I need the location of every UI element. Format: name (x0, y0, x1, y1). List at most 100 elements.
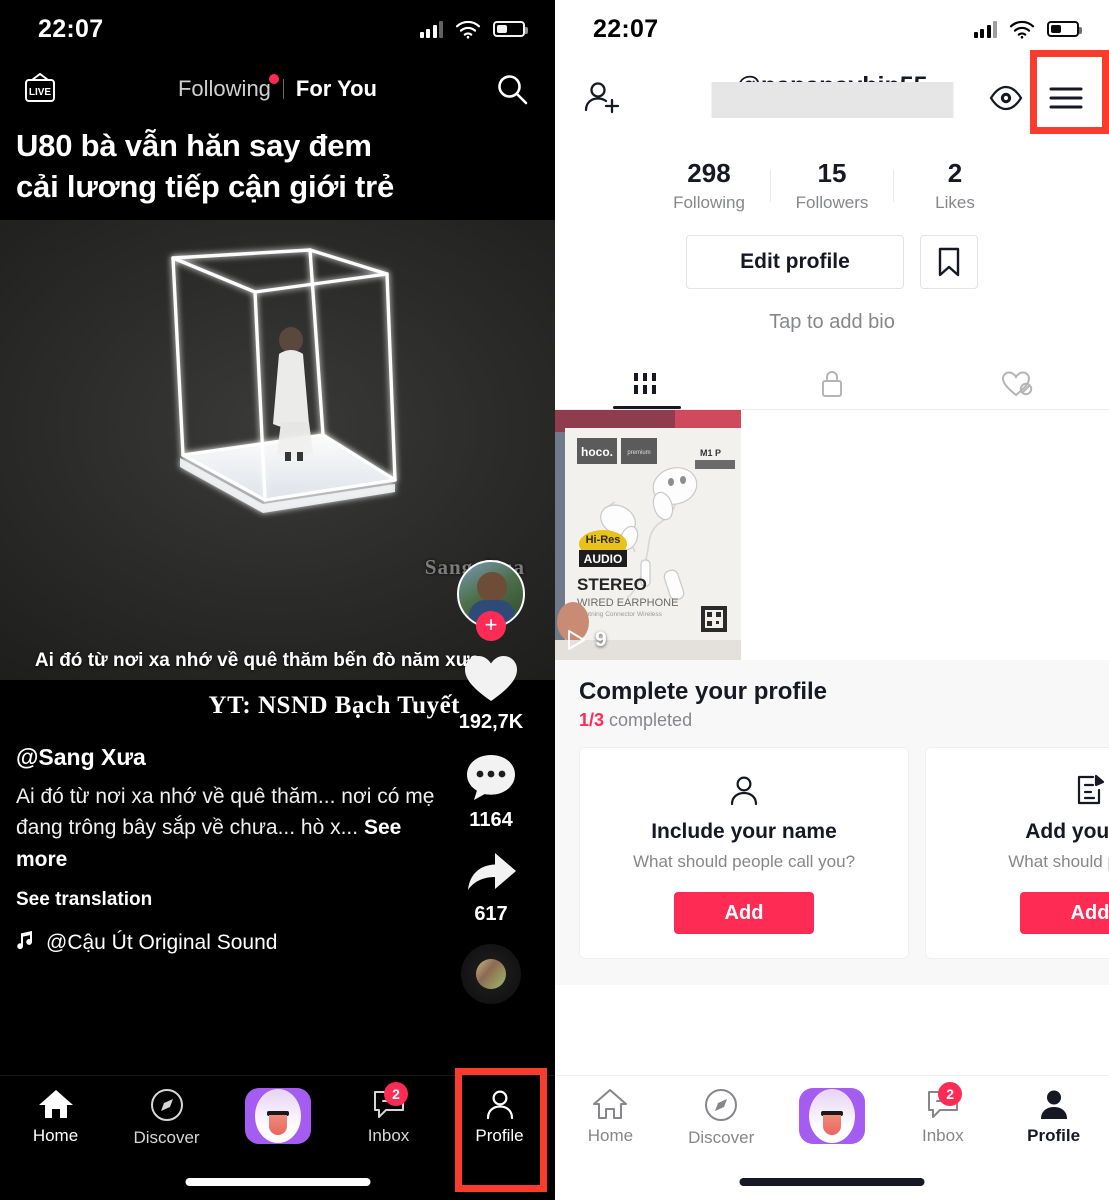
cellular-bars-icon (419, 20, 443, 38)
home-indicator (185, 1178, 370, 1186)
add-person-icon[interactable] (583, 78, 623, 123)
like-count: 192,7K (458, 711, 524, 733)
compass-icon (150, 1089, 183, 1121)
status-icons (973, 20, 1082, 39)
see-translation-link[interactable]: See translation (16, 889, 455, 911)
tab-discover-label: Discover (133, 1128, 200, 1147)
tab-liked[interactable] (924, 362, 1109, 409)
svg-text:STEREO: STEREO (577, 575, 647, 594)
profile-username-wrap: @nananayhin55 (710, 72, 953, 118)
video-thumbnail[interactable]: hoco. premium M1 P Hi-Res AUDIO STEREO W… (555, 410, 741, 660)
stat-likes-label: Likes (935, 193, 975, 212)
edit-note-icon (942, 770, 1109, 810)
svg-text:Hi-Res: Hi-Res (586, 534, 621, 546)
stat-following[interactable]: 298 Following (648, 158, 770, 213)
progress-suffix: completed (604, 710, 693, 730)
create-icon[interactable] (798, 1088, 865, 1144)
tab-inbox[interactable]: 2 Inbox (333, 1082, 444, 1146)
share-button[interactable]: 617 (439, 850, 543, 926)
comment-button[interactable]: 1164 (439, 752, 543, 832)
video-title-line-1: U80 bà vẫn hăn say đem (16, 128, 372, 163)
inbox-badge: 2 (384, 1082, 408, 1106)
complete-profile-heading: Complete your profile (579, 678, 828, 705)
hamburger-menu-icon[interactable] (1049, 85, 1083, 116)
create-face-tongue (822, 1115, 841, 1135)
add-bio-button[interactable]: Add (1020, 892, 1109, 934)
tab-profile[interactable]: Profile (998, 1088, 1109, 1146)
profile-bio-placeholder[interactable]: Tap to add bio (555, 311, 1109, 334)
tab-home-label: Home (32, 1126, 79, 1145)
tab-home-label: Home (587, 1126, 634, 1145)
follow-button[interactable]: + (476, 611, 506, 641)
music-title: @Cậu Út Original Sound (46, 931, 278, 955)
tab-profile[interactable]: Profile (444, 1088, 555, 1146)
complete-profile-progress: 1/3 completed (579, 710, 1109, 731)
music-note-icon (16, 929, 36, 957)
inactive-tab-underline (983, 406, 1051, 409)
inactive-tab-underline (798, 406, 866, 409)
stat-likes-value: 2 (947, 158, 963, 188)
create-icon[interactable] (244, 1088, 311, 1144)
tab-for-you[interactable]: For You (284, 76, 389, 102)
inbox-badge: 2 (938, 1082, 963, 1106)
grid-icon (632, 362, 662, 406)
bookmark-icon (938, 247, 960, 277)
music-row[interactable]: @Cậu Út Original Sound (16, 929, 455, 957)
lock-icon (819, 362, 845, 406)
add-name-button[interactable]: Add (674, 892, 814, 934)
person-icon (596, 770, 892, 810)
complete-profile-section: Complete your profile 1/3 completed Incl… (555, 660, 1109, 985)
live-icon[interactable]: LIVE (20, 71, 60, 107)
tab-following[interactable]: Following (166, 74, 283, 102)
thumbnail-image: hoco. premium M1 P Hi-Res AUDIO STEREO W… (555, 410, 741, 660)
caption-username[interactable]: @Sang Xưa (16, 744, 455, 771)
card-add-your-bio[interactable]: Add your bio What should people k Add (925, 747, 1109, 959)
eye-icon[interactable] (989, 85, 1023, 116)
home-icon (593, 1089, 628, 1119)
stat-followers[interactable]: 15 Followers (771, 158, 893, 213)
tab-home[interactable]: Home (0, 1088, 111, 1146)
search-icon[interactable] (495, 72, 529, 106)
creator-avatar[interactable]: + (457, 560, 525, 641)
tab-create[interactable] (777, 1088, 888, 1144)
person-icon (1040, 1090, 1067, 1119)
right-status-bar: 22:07 (555, 0, 1109, 58)
video-title-overlay: U80 bà vẫn hăn say đem cải lương tiếp cậ… (0, 120, 555, 220)
tab-inbox[interactable]: 2 Inbox (887, 1082, 998, 1146)
tab-home[interactable]: Home (555, 1088, 666, 1146)
tab-create[interactable] (222, 1088, 333, 1144)
led-cube-scene (95, 230, 495, 575)
wifi-icon (1009, 20, 1035, 39)
stat-likes[interactable]: 2 Likes (894, 158, 1016, 213)
card-description: What should people k (1008, 852, 1109, 871)
like-button[interactable]: 192,7K (439, 654, 543, 734)
battery-low-icon (493, 21, 528, 37)
play-count-value: 9 (595, 628, 607, 651)
play-count-overlay: 9 (565, 628, 607, 652)
heart-slash-icon (1001, 362, 1033, 406)
profile-action-row: Edit profile (555, 235, 1109, 289)
tab-inbox-label: Inbox (921, 1126, 964, 1145)
bookmark-button[interactable] (920, 235, 978, 289)
music-disc[interactable] (461, 944, 521, 1004)
edit-profile-button[interactable]: Edit profile (686, 235, 904, 289)
stat-following-label: Following (673, 193, 745, 212)
card-title: Add your bio (1025, 820, 1109, 843)
tab-private[interactable] (740, 362, 925, 409)
right-bottom-tabbar: Home Discover 2 Inbox Profile (555, 1075, 1109, 1200)
card-include-your-name[interactable]: Include your name What should people cal… (579, 747, 909, 959)
status-clock: 22:07 (593, 14, 659, 43)
tab-discover[interactable]: Discover (666, 1088, 777, 1148)
wifi-icon (455, 20, 481, 39)
tab-posts-grid[interactable] (555, 362, 740, 409)
left-status-bar: 22:07 (0, 0, 555, 58)
cellular-bars-icon (973, 20, 997, 38)
home-icon (38, 1090, 73, 1118)
home-indicator (739, 1178, 925, 1186)
stat-followers-value: 15 (817, 158, 847, 188)
tab-discover[interactable]: Discover (111, 1088, 222, 1148)
right-phone-profile-screen: 22:07 @nananayhin55 (555, 0, 1109, 1200)
tab-discover-label: Discover (688, 1128, 755, 1147)
comment-count: 1164 (469, 809, 513, 831)
svg-text:M1 P: M1 P (700, 448, 721, 458)
